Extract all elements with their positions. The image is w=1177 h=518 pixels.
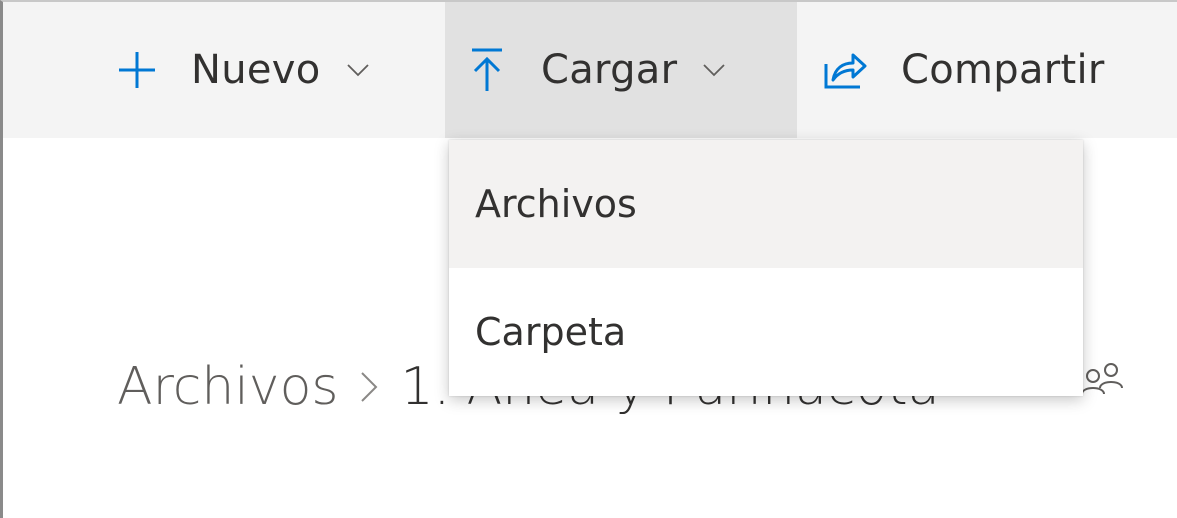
- shared-people-icon: [1079, 362, 1127, 400]
- share-button-label: Compartir: [901, 47, 1105, 93]
- command-bar: Nuevo Cargar Compartir: [3, 2, 1177, 138]
- chevron-down-icon: [703, 63, 725, 77]
- chevron-right-icon: [360, 371, 378, 403]
- plus-icon: [117, 50, 157, 90]
- upload-dropdown-menu: Archivos Carpeta: [449, 140, 1083, 396]
- upload-button-label: Cargar: [541, 47, 678, 93]
- upload-icon: [469, 47, 505, 93]
- share-icon: [823, 50, 867, 90]
- new-button[interactable]: Nuevo: [99, 2, 445, 138]
- breadcrumb-root-link[interactable]: Archivos: [117, 357, 338, 417]
- menu-item-folder[interactable]: Carpeta: [449, 268, 1083, 396]
- app-window: Nuevo Cargar Compartir Archivos 1. Archi…: [0, 0, 1177, 518]
- menu-item-files[interactable]: Archivos: [449, 140, 1083, 268]
- chevron-down-icon: [346, 63, 369, 77]
- share-button[interactable]: Compartir: [797, 2, 1177, 138]
- new-button-label: Nuevo: [191, 47, 321, 93]
- upload-button[interactable]: Cargar: [445, 2, 797, 138]
